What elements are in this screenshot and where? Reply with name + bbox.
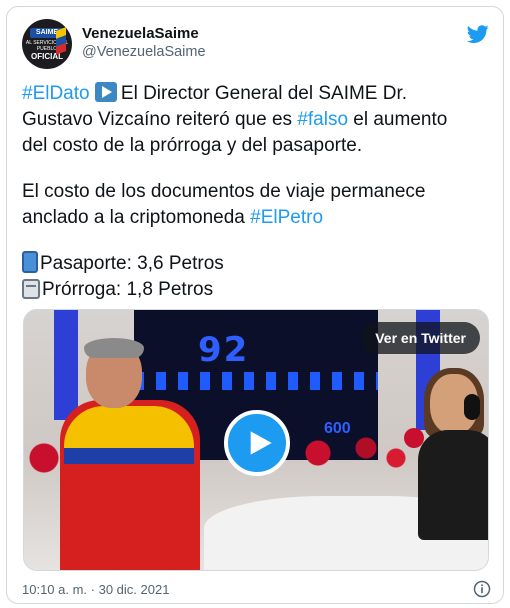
play-button-emoji (94, 82, 117, 102)
tweet-header: SAIME AL SERVICIO DEL PUEBLO OFICIAL Ven… (22, 19, 492, 75)
host-body (418, 430, 488, 540)
tweet-line4-text: El costo de los documentos de viaje perm… (22, 181, 426, 202)
twitter-bird-icon[interactable] (466, 23, 490, 45)
studio-panel-left (54, 310, 78, 420)
tweet-line7-text: Prórroga: 1,8 Petros (42, 279, 214, 300)
tweet-footer: 10:10 a. m. · 30 dic. 2021 (22, 579, 492, 601)
display-name[interactable]: VenezuelaSaime (82, 25, 206, 42)
tweet-card[interactable]: SAIME AL SERVICIO DEL PUEBLO OFICIAL Ven… (6, 6, 504, 604)
hashtag-falso[interactable]: #falso (297, 109, 348, 130)
scoreboard-bars (134, 372, 378, 390)
tweet-line5-pre: anclado a la criptomoneda (22, 207, 251, 228)
author-names: VenezuelaSaime @VenezuelaSaime (82, 25, 206, 60)
tweet-text: #ElDato El Director General del SAIME Dr… (22, 81, 492, 303)
info-icon[interactable] (472, 579, 492, 599)
timestamp[interactable]: 10:10 a. m. · 30 dic. 2021 (22, 582, 169, 597)
tweet-line: Pasaporte: 3,6 Petros (22, 251, 492, 277)
play-icon (250, 431, 272, 455)
tweet-line: anclado a la criptomoneda #ElPetro (22, 205, 492, 231)
tweet-line2-post: el aumento (348, 109, 448, 130)
headphone (464, 394, 480, 420)
jacket-yellow-band (64, 406, 194, 452)
handle[interactable]: @VenezuelaSaime (82, 44, 206, 60)
scoreboard-main: 92 (198, 330, 250, 370)
tweet-line: Prórroga: 1,8 Petros (22, 277, 492, 303)
passport-emoji (22, 251, 38, 273)
tweet-line1-text: El Director General del SAIME Dr. (120, 83, 408, 104)
flag-graphic (56, 27, 66, 55)
flowers-left (24, 438, 64, 478)
tweet-line: Gustavo Vizcaíno reiteró que es #falso e… (22, 107, 492, 133)
tweet-line3-text: del costo de la prórroga y del pasaporte… (22, 135, 363, 156)
jacket-blue-band (64, 448, 194, 464)
hashtag-elpetro[interactable]: #ElPetro (250, 207, 323, 228)
tweet-line: #ElDato El Director General del SAIME Dr… (22, 81, 492, 107)
speaker-hair (84, 338, 144, 358)
video-thumbnail[interactable]: 92 500 600 Ver en Twitter (23, 309, 489, 571)
flowers-center (294, 428, 414, 478)
tweet-line6-text: Pasaporte: 3,6 Petros (40, 253, 224, 274)
play-button[interactable] (224, 410, 290, 476)
hashtag-eldato[interactable]: #ElDato (22, 83, 90, 104)
view-on-twitter-button[interactable]: Ver en Twitter (361, 322, 480, 354)
extension-document-emoji (22, 279, 40, 299)
tweet-line2-pre: Gustavo Vizcaíno reiteró que es (22, 109, 298, 130)
avatar[interactable]: SAIME AL SERVICIO DEL PUEBLO OFICIAL (22, 19, 72, 69)
